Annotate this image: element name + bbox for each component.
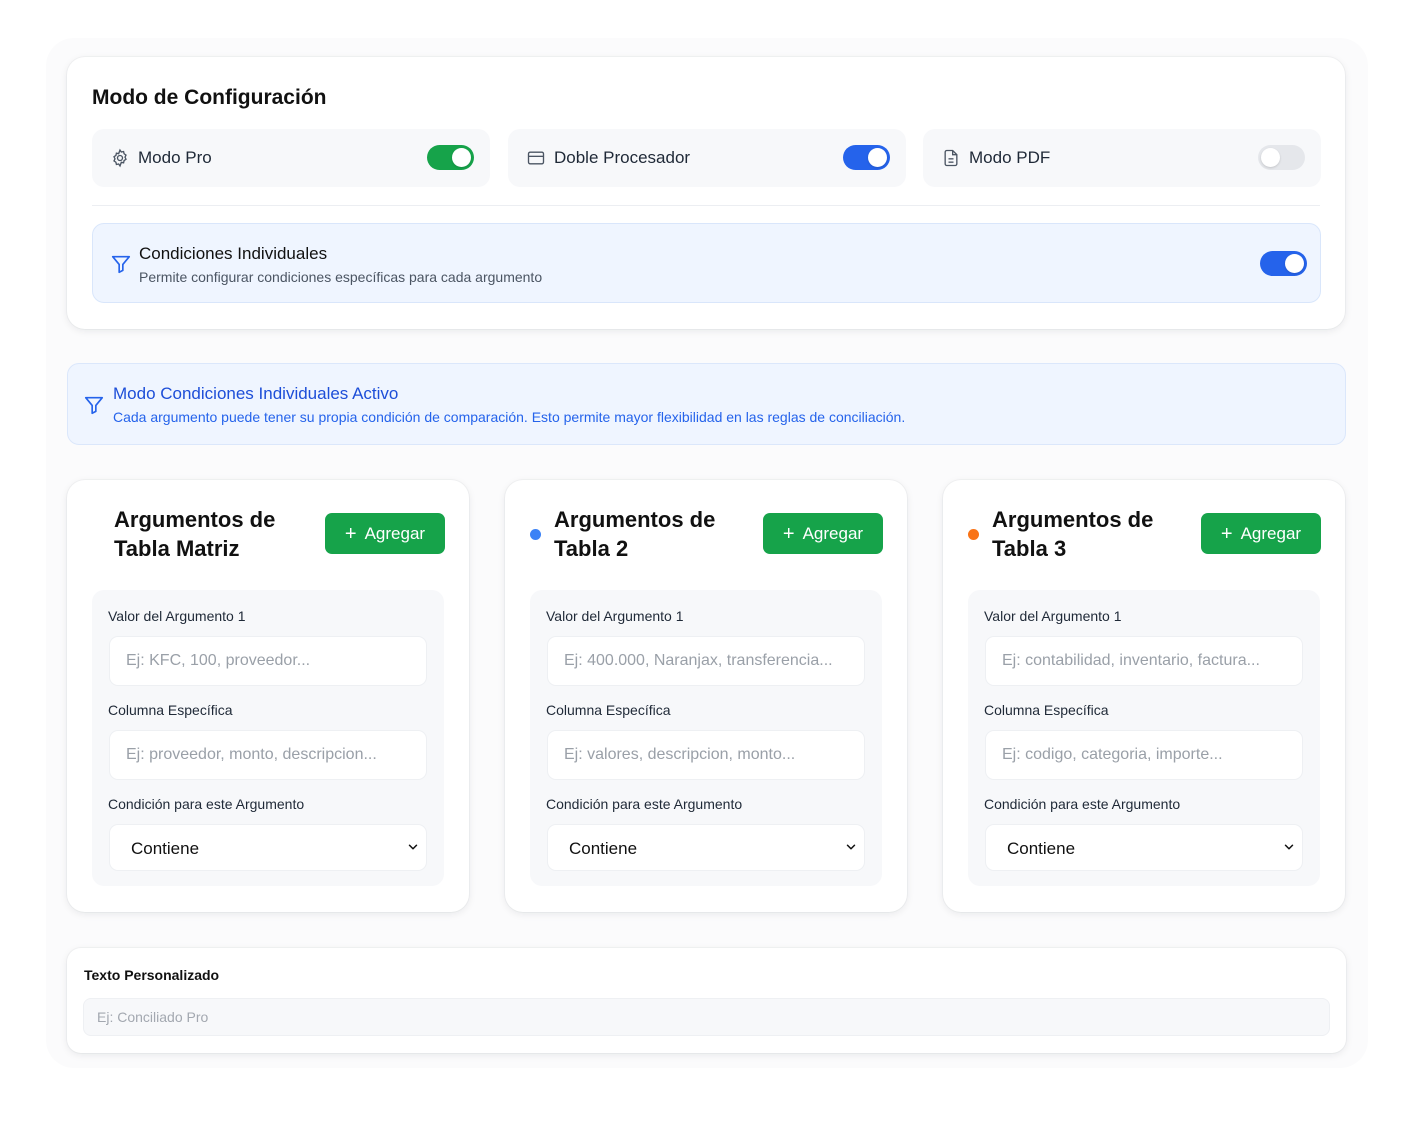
toggle-knob <box>1285 254 1304 273</box>
table-2-card: Argumentos de Tabla 2 + Agregar Valor de… <box>505 480 907 912</box>
condition-select[interactable]: Contiene <box>985 824 1303 871</box>
add-button-label: Agregar <box>364 523 426 543</box>
filter-icon <box>84 396 104 415</box>
condition-label: Condición para este Argumento <box>108 796 305 812</box>
column-label: Columna Específica <box>984 702 1109 718</box>
argument-panel: Valor del Argumento 1 Columna Específica… <box>968 590 1320 886</box>
table-title-line1: Argumentos de <box>554 507 716 532</box>
table-title-line2: Tabla 2 <box>554 536 629 561</box>
value-label: Valor del Argumento 1 <box>546 608 684 624</box>
mode-pro-toggle[interactable] <box>427 145 474 170</box>
dual-processor-label: Doble Procesador <box>554 148 691 167</box>
table-matrix-title: Argumentos de Tabla Matriz <box>114 505 304 563</box>
column-input[interactable] <box>109 730 427 780</box>
filter-icon <box>111 255 131 274</box>
condition-select-value: Contiene <box>1007 839 1076 858</box>
dual-processor-tile: Doble Procesador <box>508 129 906 187</box>
add-argument-button[interactable]: + Agregar <box>1201 513 1321 554</box>
individual-conditions-toggle[interactable] <box>1260 251 1307 276</box>
individual-conditions-subtitle: Permite configurar condiciones específic… <box>139 269 543 285</box>
add-button-label: Agregar <box>802 523 864 543</box>
table-title-line2: Tabla 3 <box>992 536 1067 561</box>
card-icon <box>527 151 545 165</box>
plus-icon: + <box>344 522 357 545</box>
table-3-title: Argumentos de Tabla 3 <box>992 505 1182 563</box>
condition-select[interactable]: Contiene <box>547 824 865 871</box>
column-label: Columna Específica <box>108 702 233 718</box>
toggle-knob <box>452 148 471 167</box>
custom-text-input[interactable] <box>83 998 1330 1036</box>
plus-icon: + <box>1220 522 1233 545</box>
value-input[interactable] <box>109 636 427 686</box>
value-label: Valor del Argumento 1 <box>984 608 1122 624</box>
add-argument-button[interactable]: + Agregar <box>763 513 883 554</box>
table-title-line1: Argumentos de <box>114 507 276 532</box>
individual-conditions-tile: Condiciones Individuales Permite configu… <box>92 223 1321 303</box>
condition-select-value: Contiene <box>131 839 200 858</box>
condition-label: Condición para este Argumento <box>546 796 743 812</box>
plus-icon: + <box>782 522 795 545</box>
column-input[interactable] <box>985 730 1303 780</box>
custom-text-label: Texto Personalizado <box>84 967 220 983</box>
value-input[interactable] <box>547 636 865 686</box>
table-title-line2: Tabla Matriz <box>114 536 240 561</box>
argument-panel: Valor del Argumento 1 Columna Específica… <box>530 590 882 886</box>
banner-subtitle: Cada argumento puede tener su propia con… <box>113 409 906 425</box>
column-label: Columna Específica <box>546 702 671 718</box>
pdf-mode-toggle[interactable] <box>1258 145 1305 170</box>
table-matrix-card: Argumentos de Tabla Matriz + Agregar Val… <box>67 480 469 912</box>
add-argument-button[interactable]: + Agregar <box>325 513 445 554</box>
condition-select[interactable]: Contiene <box>109 824 427 871</box>
chevron-down-icon <box>408 844 418 850</box>
table-3-card: Argumentos de Tabla 3 + Agregar Valor de… <box>943 480 1345 912</box>
table-2-title: Argumentos de Tabla 2 <box>554 505 744 563</box>
condition-label: Condición para este Argumento <box>984 796 1181 812</box>
pdf-mode-label: Modo PDF <box>969 148 1051 167</box>
divider <box>92 205 1320 206</box>
table-title-line1: Argumentos de <box>992 507 1154 532</box>
column-input[interactable] <box>547 730 865 780</box>
individual-conditions-title: Condiciones Individuales <box>139 244 328 263</box>
pdf-mode-tile: Modo PDF <box>923 129 1321 187</box>
value-label: Valor del Argumento 1 <box>108 608 246 624</box>
banner-title: Modo Condiciones Individuales Activo <box>113 384 399 403</box>
condition-select-value: Contiene <box>569 839 638 858</box>
individual-mode-banner: Modo Condiciones Individuales Activo Cad… <box>67 363 1346 445</box>
table-2-dot <box>530 529 541 540</box>
toggle-knob <box>868 148 887 167</box>
toggle-knob <box>1261 148 1280 167</box>
chevron-down-icon <box>846 844 856 850</box>
mode-pro-tile: Modo Pro <box>92 129 490 187</box>
table-3-dot <box>968 529 979 540</box>
add-button-label: Agregar <box>1240 523 1302 543</box>
mode-pro-label: Modo Pro <box>138 148 212 167</box>
config-card: Modo de Configuración Modo Pro Doble Pro… <box>67 57 1345 329</box>
dual-processor-toggle[interactable] <box>843 145 890 170</box>
custom-text-card: Texto Personalizado <box>67 948 1346 1053</box>
chevron-down-icon <box>1284 844 1294 850</box>
gear-icon <box>113 148 127 168</box>
config-title: Modo de Configuración <box>92 86 327 109</box>
file-icon <box>944 149 958 167</box>
argument-panel: Valor del Argumento 1 Columna Específica… <box>92 590 444 886</box>
value-input[interactable] <box>985 636 1303 686</box>
